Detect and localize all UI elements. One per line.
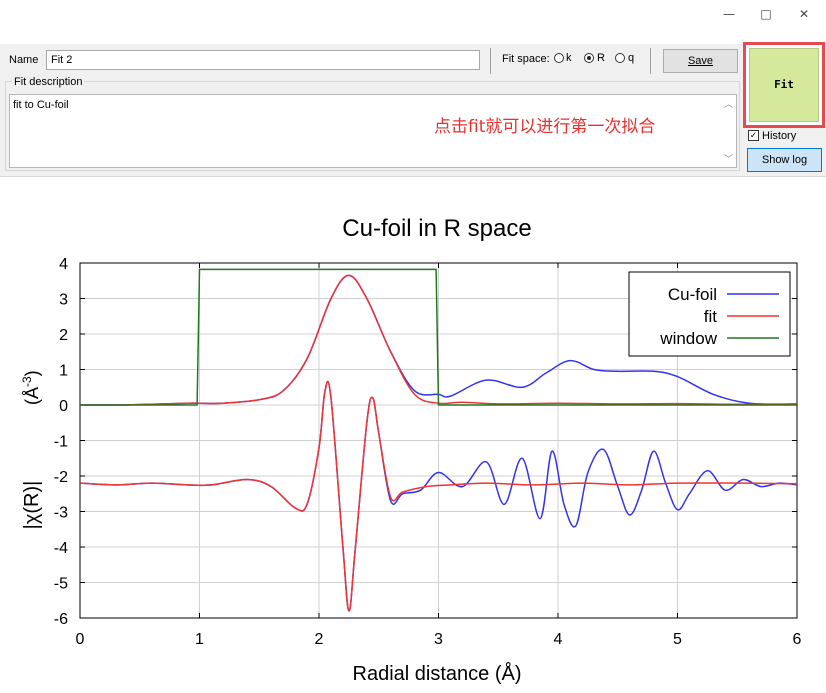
y-tick-label: -5 — [54, 576, 68, 593]
y-tick-label: 3 — [59, 292, 68, 309]
y-tick-label: 4 — [59, 256, 68, 273]
x-tick-label: 3 — [434, 631, 443, 648]
legend-label: Cu-foil — [668, 285, 717, 304]
x-tick-label: 4 — [554, 631, 563, 648]
y-tick-label: 1 — [59, 363, 68, 380]
x-axis-label: Radial distance (Å) — [353, 662, 522, 685]
y-tick-label: -6 — [54, 611, 68, 628]
x-tick-label: 0 — [76, 631, 85, 648]
y-tick-label: 0 — [59, 398, 68, 415]
y-tick-label: -1 — [54, 434, 68, 451]
y-tick-label: -4 — [54, 540, 68, 557]
x-tick-label: 2 — [315, 631, 324, 648]
legend-label: fit — [704, 307, 718, 326]
y-axis-label: |χ(R)| (Å-3) — [20, 370, 43, 529]
x-tick-label: 5 — [673, 631, 682, 648]
chart-legend: Cu-foil fit window — [628, 271, 791, 357]
y-axis-label-unit: (Å-3) — [20, 370, 42, 405]
y-axis-unit-base: (Å — [22, 387, 42, 405]
x-tick-label: 1 — [195, 631, 204, 648]
chart-title: Cu-foil in R space — [342, 215, 531, 242]
y-tick-label: -2 — [54, 469, 68, 486]
y-axis-unit-close: ) — [22, 370, 42, 376]
x-tick-label: 6 — [793, 631, 802, 648]
y-tick-label: 2 — [59, 327, 68, 344]
y-tick-label: -3 — [54, 505, 68, 522]
y-axis-unit-exp: -3 — [20, 376, 34, 387]
y-axis-label-main: |χ(R)| — [21, 481, 43, 530]
r-space-chart: 0 1 2 3 4 5 6 -6 -5 -4 -3 -2 -1 0 1 2 3 4 Cu-foil in R sp… — [20, 215, 802, 685]
legend-label: window — [659, 329, 717, 348]
